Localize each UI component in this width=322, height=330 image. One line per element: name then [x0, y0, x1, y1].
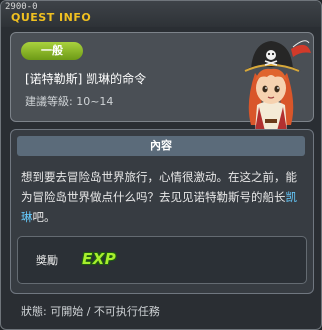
quest-info-window: 2900-0 QUEST INFO 一般 [诺特勒斯] 凯琳的命令 建議等級: …: [0, 0, 322, 330]
quest-header-panel: 一般 [诺特勒斯] 凯琳的命令 建議等級: 10~14: [10, 32, 314, 131]
reward-label: 獎勵: [36, 254, 58, 267]
quest-recommended-level: 建議等級: 10~14: [25, 95, 114, 108]
title-bar[interactable]: 2900-0 QUEST INFO: [1, 1, 321, 27]
quest-description: 想到要去冒险岛世界旅行，心情很激动。在这之前，能为冒险岛世界做点什么吗？去见见诺…: [21, 167, 303, 227]
pirate-captain-portrait-icon: [243, 40, 311, 131]
window-title: QUEST INFO: [11, 11, 92, 24]
quest-content-panel: 內容 想到要去冒险岛世界旅行，心情很激动。在这之前，能为冒险岛世界做点什么吗？去…: [10, 129, 314, 294]
description-text-end: 吧。: [32, 210, 56, 224]
reward-box: 獎勵 EXP: [17, 236, 307, 284]
exp-icon[interactable]: EXP: [82, 250, 116, 268]
content-section-header: 內容: [17, 136, 305, 156]
description-text: 想到要去冒险岛世界旅行，心情很激动。在这之前，能为冒险岛世界做点什么吗？去见见诺…: [21, 170, 297, 204]
quest-status: 狀態: 可開始 / 不可执行任務: [21, 305, 160, 318]
category-badge: 一般: [21, 42, 83, 60]
quest-name: [诺特勒斯] 凯琳的命令: [25, 72, 147, 86]
